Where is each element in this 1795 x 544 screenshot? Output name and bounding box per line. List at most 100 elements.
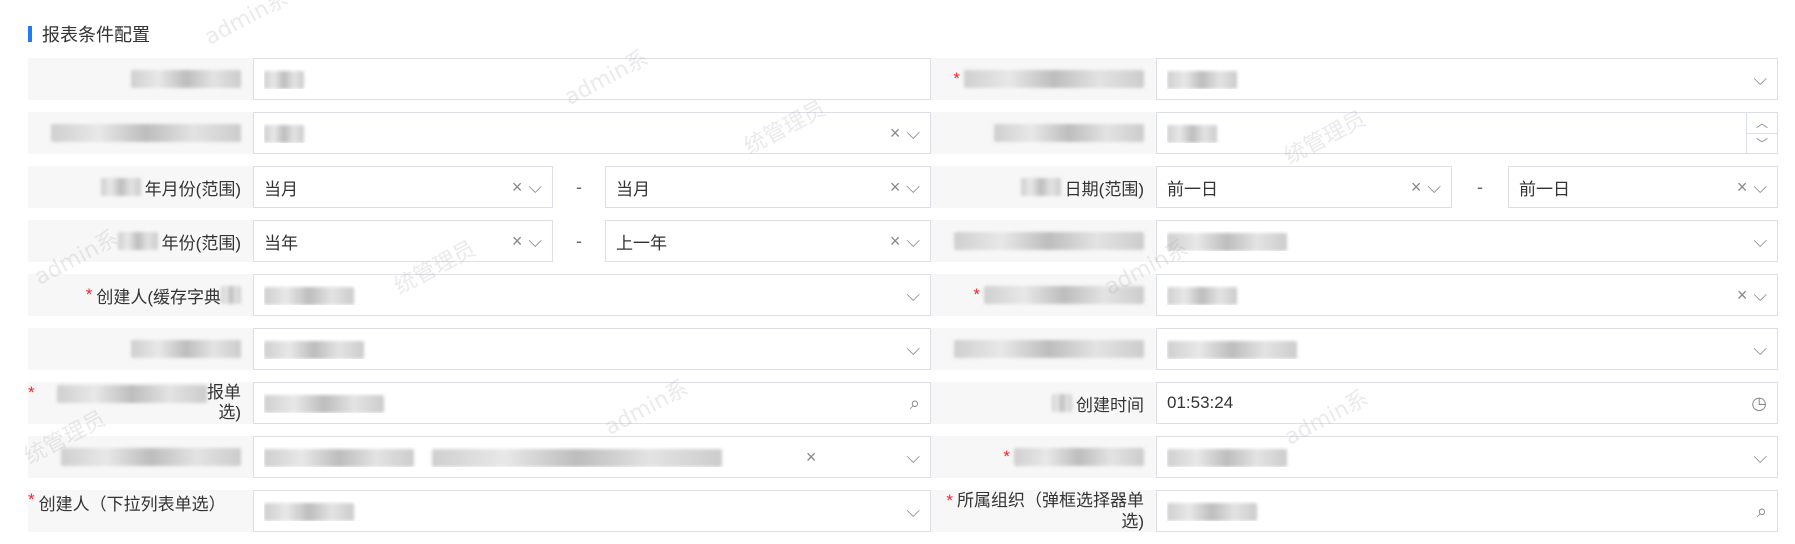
month-range-end[interactable]: 当月 × ⌵ bbox=[605, 166, 931, 208]
required-marker: * bbox=[28, 490, 35, 509]
watermark-text: admin系 bbox=[200, 0, 293, 51]
chevron-down-icon[interactable]: ⌵ bbox=[528, 231, 542, 252]
field-label bbox=[931, 328, 1156, 370]
chevron-down-icon[interactable]: ⌵ bbox=[906, 447, 920, 468]
field-label-text: 年月份(范围) bbox=[144, 179, 241, 199]
section-title: 报表条件配置 bbox=[42, 25, 150, 45]
year-number-input[interactable]: ︿ ﹀ bbox=[1156, 112, 1778, 154]
required-marker: * bbox=[85, 285, 93, 304]
required-marker: * bbox=[973, 285, 980, 304]
chevron-down-icon[interactable]: ⌵ bbox=[528, 177, 542, 198]
select-input[interactable]: ⌵ bbox=[1156, 58, 1778, 100]
creator-select-input[interactable]: ⌵ bbox=[253, 274, 931, 316]
chevron-down-icon[interactable]: ⌵ bbox=[906, 501, 920, 522]
field-label-text: 日期(范围) bbox=[1064, 179, 1144, 199]
chevron-down-icon[interactable]: ⌵ bbox=[1753, 231, 1767, 252]
clear-icon[interactable]: × bbox=[890, 123, 901, 144]
select-input[interactable]: ⌵ bbox=[253, 328, 931, 370]
text-input[interactable] bbox=[253, 58, 931, 100]
field-label-text: 创建人(缓存字典 bbox=[96, 287, 221, 307]
chevron-down-icon[interactable]: ⌵ bbox=[906, 285, 920, 306]
clear-icon[interactable]: × bbox=[890, 231, 901, 252]
chevron-down-icon[interactable]: ⌵ bbox=[906, 123, 920, 144]
clear-icon[interactable]: × bbox=[1411, 177, 1422, 198]
search-icon[interactable]: ⌕ bbox=[1757, 501, 1767, 522]
chevron-down-icon[interactable]: ⌵ bbox=[1753, 285, 1767, 306]
multi-select-input[interactable]: × ⌵ bbox=[1156, 274, 1778, 316]
field-label bbox=[28, 112, 253, 154]
chevron-up-icon[interactable]: ︿ bbox=[1747, 113, 1777, 134]
field-label: 年份(范围) bbox=[28, 220, 253, 262]
field-label bbox=[28, 58, 253, 100]
section-header: 报表条件配置 bbox=[28, 22, 150, 46]
field-label-text: 年份(范围) bbox=[161, 233, 241, 253]
chevron-down-icon[interactable]: ⌵ bbox=[1753, 177, 1767, 198]
chevron-down-icon[interactable]: ⌵ bbox=[1753, 69, 1767, 90]
form-row-8: × ⌵ * ⌵ bbox=[28, 436, 1778, 490]
field-label: 日期(范围) bbox=[931, 166, 1156, 208]
field-label-text: 选) bbox=[218, 403, 241, 422]
select-input[interactable]: ⌵ bbox=[1156, 328, 1778, 370]
year-range-start[interactable]: 当年 × ⌵ bbox=[253, 220, 553, 262]
clear-icon[interactable]: × bbox=[1737, 177, 1748, 198]
chevron-down-icon[interactable]: ﹀ bbox=[1747, 134, 1777, 154]
year-range-end[interactable]: 上一年 × ⌵ bbox=[605, 220, 931, 262]
date-range-end-value: 前一日 bbox=[1519, 179, 1570, 199]
required-marker: * bbox=[946, 491, 953, 510]
year-range-end-value: 上一年 bbox=[616, 233, 667, 253]
month-range-start-value: 当月 bbox=[264, 179, 298, 199]
section-accent-bar bbox=[28, 26, 32, 42]
chevron-down-icon[interactable]: ⌵ bbox=[906, 177, 920, 198]
field-label: 创建时间 bbox=[931, 382, 1156, 424]
clear-icon[interactable]: × bbox=[512, 177, 523, 198]
form-row-3: 年月份(范围) 当月 × ⌵ - 当月 × ⌵ 日期(范围) 前一日 × ⌵ -… bbox=[28, 166, 1778, 220]
clear-icon[interactable]: × bbox=[806, 447, 817, 468]
clock-icon[interactable]: ◷ bbox=[1751, 393, 1767, 414]
org-select-input[interactable]: ⌵ bbox=[1156, 220, 1778, 262]
clear-icon[interactable]: × bbox=[890, 177, 901, 198]
tag-select-input[interactable]: × ⌵ bbox=[253, 436, 931, 478]
year-range-start-value: 当年 bbox=[264, 233, 298, 253]
form-row-4: 年份(范围) 当年 × ⌵ - 上一年 × ⌵ ⌵ bbox=[28, 220, 1778, 274]
field-label-text: 创建时间 bbox=[1076, 395, 1144, 415]
dict-select-input[interactable]: × ⌵ bbox=[253, 112, 931, 154]
field-label: * 报单 选) bbox=[28, 382, 253, 424]
date-range-start-value: 前一日 bbox=[1167, 179, 1218, 199]
field-label-text: 报单 bbox=[207, 383, 241, 402]
range-separator: - bbox=[1477, 176, 1483, 197]
number-stepper[interactable]: ︿ ﹀ bbox=[1746, 113, 1777, 153]
creator-dropdown-input[interactable]: ⌵ bbox=[253, 490, 931, 532]
time-input-value: 01:53:24 bbox=[1167, 393, 1234, 412]
range-separator: - bbox=[576, 176, 582, 197]
chevron-down-icon[interactable]: ⌵ bbox=[906, 231, 920, 252]
chevron-down-icon[interactable]: ⌵ bbox=[1753, 447, 1767, 468]
form-row-5: * 创建人(缓存字典 ⌵ * × ⌵ bbox=[28, 274, 1778, 328]
field-label bbox=[28, 328, 253, 370]
search-select-input[interactable]: ⌕ bbox=[253, 382, 931, 424]
time-input[interactable]: 01:53:24 ◷ bbox=[1156, 382, 1778, 424]
search-icon[interactable]: ⌕ bbox=[910, 393, 920, 414]
required-marker: * bbox=[28, 383, 35, 402]
field-label: 年月份(范围) bbox=[28, 166, 253, 208]
form-row-7: * 报单 选) ⌕ 创建时间 01:53:24 ◷ bbox=[28, 382, 1778, 436]
org-picker-input[interactable]: ⌕ bbox=[1156, 490, 1778, 532]
chevron-down-icon[interactable]: ⌵ bbox=[906, 339, 920, 360]
field-label: * bbox=[931, 274, 1156, 316]
chevron-down-icon[interactable]: ⌵ bbox=[1427, 177, 1441, 198]
field-label-text: 所属组织（弹框选择器单 bbox=[957, 491, 1144, 510]
month-range-start[interactable]: 当月 × ⌵ bbox=[253, 166, 553, 208]
date-range-start[interactable]: 前一日 × ⌵ bbox=[1156, 166, 1452, 208]
field-label: * 创建人(缓存字典 bbox=[28, 274, 253, 316]
field-label bbox=[931, 220, 1156, 262]
chevron-down-icon[interactable]: ⌵ bbox=[1753, 339, 1767, 360]
report-conditions-form: * ⌵ × ⌵ ︿ ﹀ 年月份(范围) 当月 × ⌵ - 当月 × ⌵ 日期(范… bbox=[28, 58, 1778, 544]
field-label: * bbox=[931, 58, 1156, 100]
select-input[interactable]: ⌵ bbox=[1156, 436, 1778, 478]
field-label-text: 选) bbox=[1121, 512, 1144, 531]
clear-icon[interactable]: × bbox=[512, 231, 523, 252]
required-marker: * bbox=[1003, 447, 1010, 466]
date-range-end[interactable]: 前一日 × ⌵ bbox=[1508, 166, 1778, 208]
field-label bbox=[931, 112, 1156, 154]
clear-icon[interactable]: × bbox=[1737, 285, 1748, 306]
field-label: * 所属组织（弹框选择器单 选) bbox=[931, 490, 1156, 532]
